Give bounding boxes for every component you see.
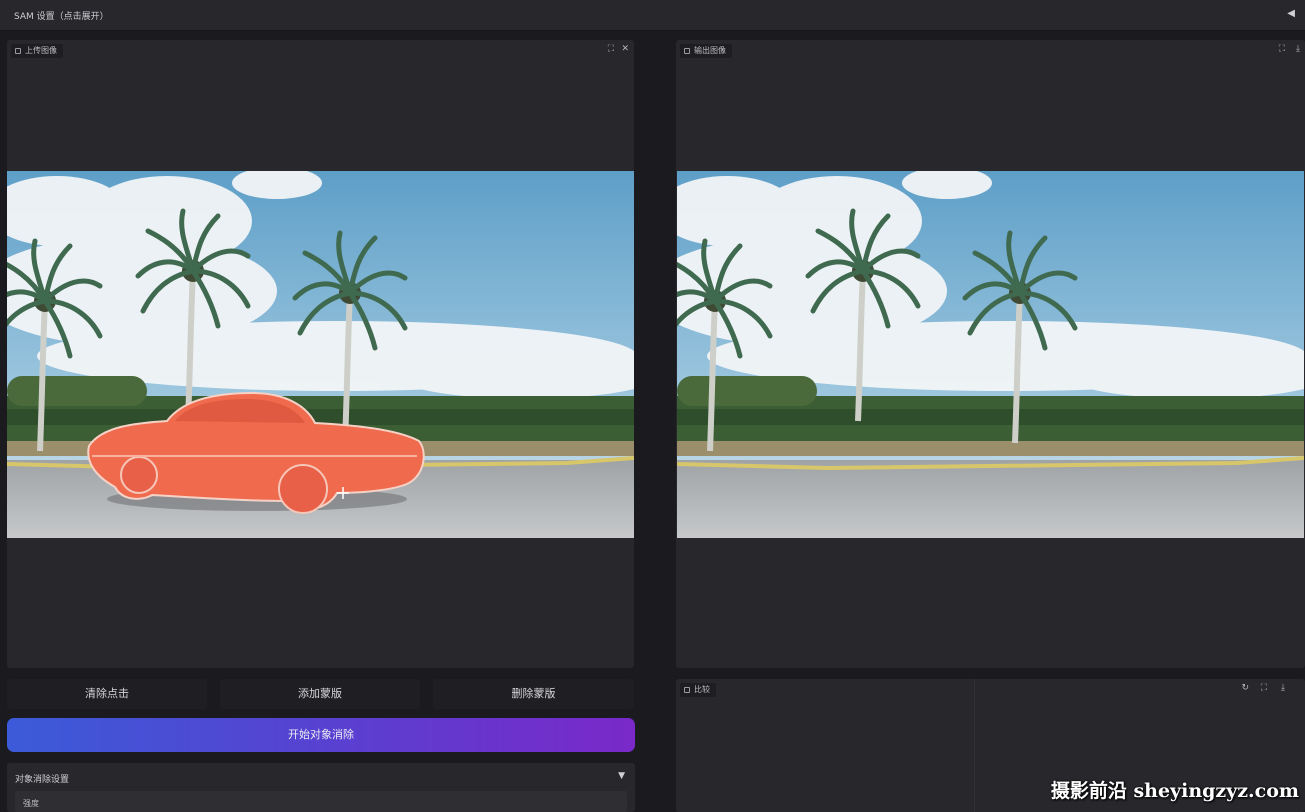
compare-label: 比较 [694,685,710,694]
chevron-down-icon[interactable]: ▼ [618,771,625,781]
panel-icon [684,47,690,54]
sam-settings-bar[interactable]: SAM 设置（点击展开） ◀ [0,0,1305,31]
output-image-label: 输出图像 [694,46,726,55]
add-mask-button[interactable]: 添加蒙版 [220,679,420,709]
close-icon[interactable]: ✕ [621,44,629,54]
fullscreen-icon[interactable]: ⛶ [608,44,614,54]
reset-icon[interactable]: ↻ [1241,683,1249,693]
collapse-icon[interactable]: ◀ [1287,8,1295,19]
fullscreen-icon[interactable]: ⛶ [1261,683,1267,693]
download-icon[interactable]: ⤓ [1281,683,1285,693]
upload-image-label: 上传图像 [25,46,57,55]
delete-mask-button[interactable]: 删除蒙版 [433,679,634,709]
compare-divider [974,679,975,812]
upload-image-tag: 上传图像 [11,44,63,58]
uploaded-image[interactable] [7,171,634,538]
download-icon[interactable]: ⤓ [1296,44,1300,54]
fullscreen-icon[interactable]: ⛶ [1279,44,1285,54]
sam-settings-title: SAM 设置（点击展开） [14,12,109,22]
panel-icon [15,47,21,54]
settings-title: 对象消除设置 [15,775,70,785]
upload-image-panel[interactable]: 上传图像 ⛶ ✕ [7,40,634,668]
output-image-panel: 输出图像 ⛶ ⤓ [676,40,1305,668]
start-object-removal-button[interactable]: 开始对象消除 [7,718,635,752]
compare-tag: 比较 [680,683,716,697]
output-image [677,171,1304,538]
strength-field[interactable]: 强度 [15,791,627,812]
watermark: 摄影前沿 sheyingzyz.com [1050,780,1299,802]
strength-label: 强度 [23,799,39,808]
panel-icon [684,686,690,693]
object-removal-settings[interactable]: 对象消除设置 ▼ 强度 [7,763,635,812]
output-image-tag: 输出图像 [680,44,732,58]
clear-clicks-button[interactable]: 清除点击 [7,679,207,709]
